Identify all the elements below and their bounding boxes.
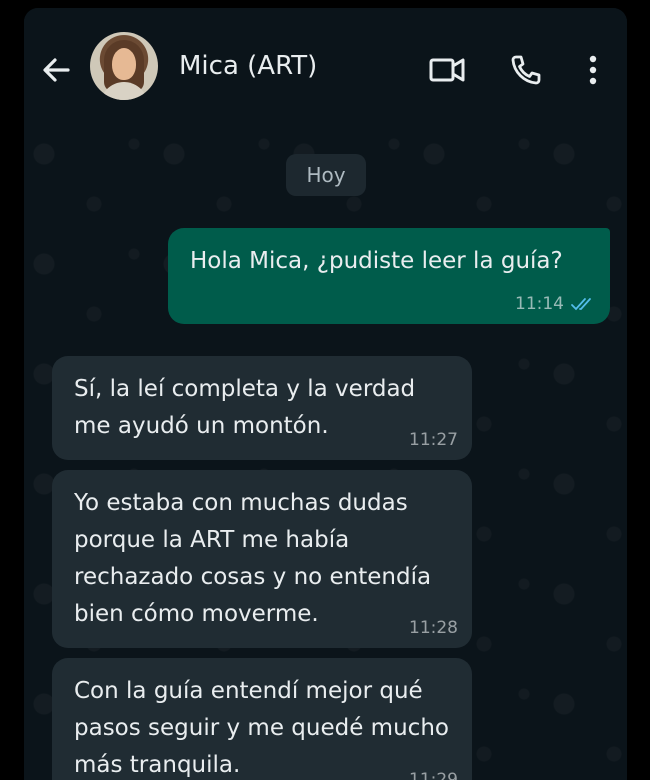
message-bubble-incoming[interactable]: Sí, la leí completa y la verdad me ayudó… bbox=[52, 356, 472, 460]
message-meta: 11:14 bbox=[515, 294, 596, 314]
phone-call-icon bbox=[511, 55, 541, 85]
more-options-button[interactable] bbox=[573, 50, 613, 90]
message-text: Con la guía entendí mejor qué pasos segu… bbox=[74, 678, 449, 778]
read-receipt-icon bbox=[570, 296, 596, 312]
message-text: Sí, la leí completa y la verdad me ayudó… bbox=[74, 376, 416, 439]
date-divider: Hoy bbox=[286, 154, 366, 196]
chat-header: Mica (ART) bbox=[24, 8, 627, 124]
message-time: 11:29 bbox=[409, 770, 458, 780]
message-time: 11:28 bbox=[409, 618, 458, 638]
avatar[interactable] bbox=[90, 32, 158, 100]
video-call-button[interactable] bbox=[427, 50, 467, 90]
back-arrow-icon bbox=[43, 58, 70, 82]
message-bubble-incoming[interactable]: Con la guía entendí mejor qué pasos segu… bbox=[52, 658, 472, 780]
message-meta: 11:28 bbox=[409, 618, 458, 638]
message-list[interactable]: Hoy Hola Mica, ¿pudiste leer la guía? 11… bbox=[24, 124, 627, 780]
message-meta: 11:29 bbox=[409, 770, 458, 780]
message-time: 11:27 bbox=[409, 430, 458, 450]
more-options-icon bbox=[589, 55, 597, 85]
back-button[interactable] bbox=[38, 52, 74, 88]
message-bubble-outgoing[interactable]: Hola Mica, ¿pudiste leer la guía? 11:14 bbox=[168, 228, 610, 324]
message-bubble-incoming[interactable]: Yo estaba con muchas dudas porque la ART… bbox=[52, 470, 472, 648]
chat-screen: Mica (ART) Hoy Hola Mica, ¿pudiste leer … bbox=[24, 8, 627, 780]
message-meta: 11:27 bbox=[409, 430, 458, 450]
contact-name[interactable]: Mica (ART) bbox=[179, 51, 317, 81]
message-time: 11:14 bbox=[515, 294, 564, 314]
voice-call-button[interactable] bbox=[506, 50, 546, 90]
message-text: Hola Mica, ¿pudiste leer la guía? bbox=[190, 248, 563, 274]
video-call-icon bbox=[429, 58, 465, 82]
message-text: Yo estaba con muchas dudas porque la ART… bbox=[74, 490, 432, 627]
